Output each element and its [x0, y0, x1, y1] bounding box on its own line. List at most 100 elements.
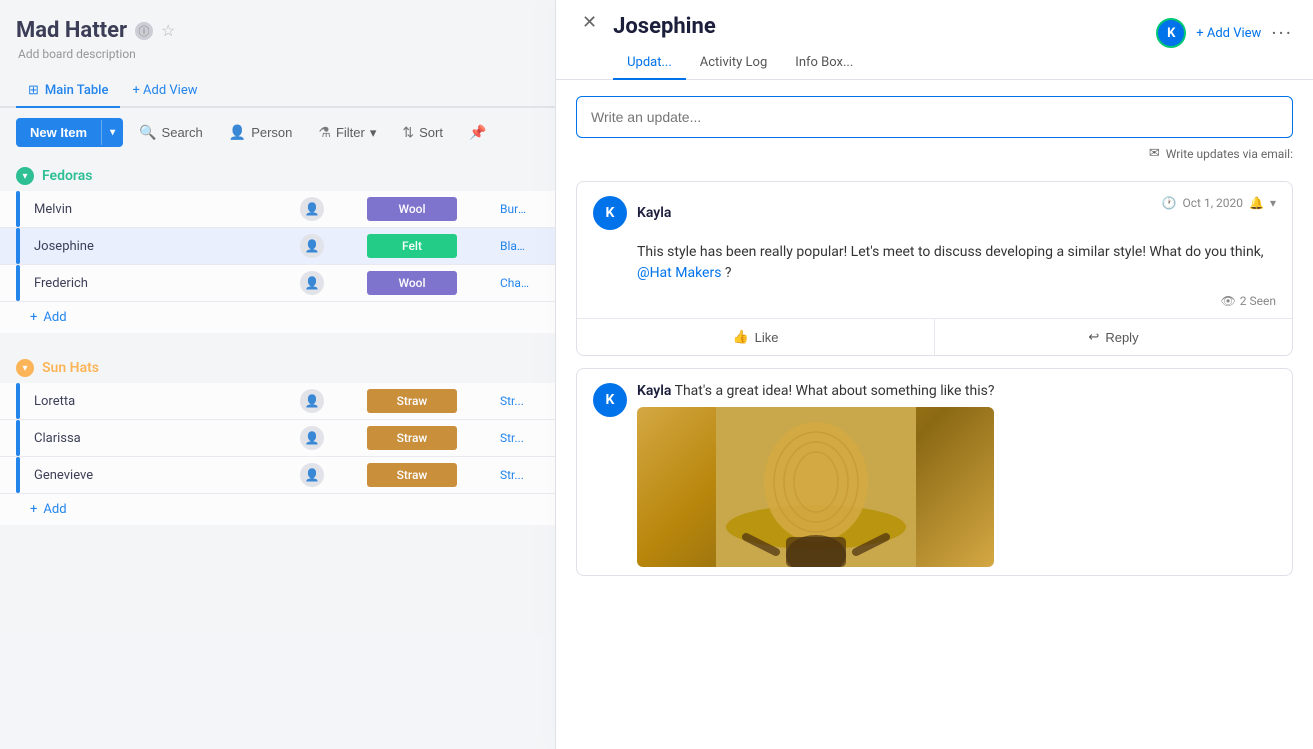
comment-seen: 👁 2 Seen: [577, 294, 1292, 318]
comment2-header: K Kayla That's a great idea! What about …: [577, 369, 1292, 575]
row-indicator: [16, 457, 20, 493]
tab-main-table[interactable]: ⊞ Main Table: [16, 75, 120, 108]
seen-count: 2 Seen: [1240, 294, 1276, 308]
material-badge: Straw: [367, 389, 457, 413]
right-panel: ✕ Josephine Updat... Activity Log Info B…: [555, 0, 1313, 749]
comment-actions: 👍 Like ↩ Reply: [577, 318, 1292, 355]
new-item-button[interactable]: New Item ▾: [16, 118, 123, 147]
row-indicator: [16, 228, 20, 264]
more-options-button[interactable]: ···: [1271, 21, 1293, 45]
new-item-arrow[interactable]: ▾: [101, 120, 123, 145]
person-button[interactable]: 👤 Person: [219, 118, 303, 147]
row-material: Straw: [332, 422, 492, 454]
comment2-text: Kayla That's a great idea! What about so…: [637, 383, 994, 399]
table-row[interactable]: Josephine 👤 Felt Black...: [0, 228, 555, 265]
panel-add-view[interactable]: + Add View: [1196, 26, 1261, 41]
comment-card: K Kayla 🕐 Oct 1, 2020 🔔 ▾ This style has…: [576, 181, 1293, 356]
comment-header: K Kayla 🕐 Oct 1, 2020 🔔 ▾: [577, 182, 1292, 238]
expand-icon[interactable]: ▾: [1270, 196, 1276, 210]
left-panel: Mad Hatter ⓘ ☆ Add board description ⊞ M…: [0, 0, 555, 749]
sort-icon: ⇅: [402, 124, 414, 141]
group-sun-hats-header: ▾ Sun Hats: [0, 349, 555, 383]
mention[interactable]: @Hat Makers: [637, 265, 721, 281]
reply-button[interactable]: ↩ Reply: [935, 319, 1292, 355]
group-fedoras-toggle[interactable]: ▾: [16, 167, 34, 185]
plus-icon: +: [30, 502, 37, 517]
comment-meta: 🕐 Oct 1, 2020 🔔 ▾: [1162, 196, 1276, 210]
panel-header: ✕ Josephine Updat... Activity Log Info B…: [556, 0, 1313, 80]
person-avatar: 👤: [300, 197, 324, 221]
comment2-avatar: K: [593, 383, 627, 417]
mail-icon: ✉: [1149, 146, 1160, 161]
group-sun-hats-title: Sun Hats: [42, 360, 99, 376]
row-color: Str...: [492, 427, 539, 449]
comment2-card: K Kayla That's a great idea! What about …: [576, 368, 1293, 576]
pin-icon: 📌: [469, 124, 486, 141]
comment-author-name: Kayla: [637, 205, 671, 221]
material-badge: Straw: [367, 426, 457, 450]
hat-image: [637, 407, 994, 567]
filter-button[interactable]: ⚗ Filter ▾: [308, 118, 386, 147]
table-content: ▾ Fedoras Melvin 👤 Wool Burgu... Josephi…: [0, 157, 555, 749]
star-icon[interactable]: ☆: [161, 21, 175, 40]
row-indicator: [16, 265, 20, 301]
filter-chevron: ▾: [370, 125, 377, 141]
add-row-fedoras[interactable]: + Add: [0, 302, 555, 333]
comment-date: Oct 1, 2020: [1183, 196, 1244, 210]
panel-title: Josephine: [613, 14, 1156, 39]
add-row-sun-hats[interactable]: + Add: [0, 494, 555, 525]
table-row[interactable]: Melvin 👤 Wool Burgu...: [0, 191, 555, 228]
board-header: Mad Hatter ⓘ ☆ Add board description: [0, 0, 555, 67]
hat-svg: [716, 407, 916, 567]
person-avatar: 👤: [300, 463, 324, 487]
group-sun-hats-toggle[interactable]: ▾: [16, 359, 34, 377]
row-color: Str...: [492, 390, 539, 412]
table-row[interactable]: Clarissa 👤 Straw Str...: [0, 420, 555, 457]
sort-button[interactable]: ⇅ Sort: [392, 118, 453, 147]
material-badge: Wool: [367, 271, 457, 295]
row-name: Loretta: [30, 386, 300, 417]
toolbar: New Item ▾ 🔍 Search 👤 Person ⚗ Filter ▾ …: [0, 108, 555, 157]
row-name: Genevieve: [30, 460, 300, 491]
panel-tabs: Updat... Activity Log Info Box...: [613, 47, 1156, 79]
comment2-author: Kayla: [637, 383, 671, 399]
plus-icon: +: [30, 310, 37, 325]
comment-body: This style has been really popular! Let'…: [577, 238, 1292, 294]
reply-icon: ↩: [1088, 329, 1099, 345]
group-sun-hats: ▾ Sun Hats Loretta 👤 Straw Str... Claris…: [0, 349, 555, 525]
close-button[interactable]: ✕: [576, 12, 603, 34]
update-input[interactable]: [576, 96, 1293, 138]
comment-author-area: K Kayla: [593, 196, 671, 230]
row-material: Felt: [332, 230, 492, 262]
tab-activity-log[interactable]: Activity Log: [686, 47, 782, 80]
row-material: Wool: [332, 193, 492, 225]
table-row[interactable]: Frederich 👤 Wool Charcoal...: [0, 265, 555, 302]
tab-updates[interactable]: Updat...: [613, 47, 686, 80]
email-update-hint: ✉ Write updates via email:: [576, 146, 1293, 161]
thumbs-up-icon: 👍: [732, 329, 748, 345]
row-indicator: [16, 383, 20, 419]
group-fedoras: ▾ Fedoras Melvin 👤 Wool Burgu... Josephi…: [0, 157, 555, 333]
material-badge: Wool: [367, 197, 457, 221]
search-icon: 🔍: [139, 124, 156, 141]
tab-info-box[interactable]: Info Box...: [781, 47, 867, 80]
like-button[interactable]: 👍 Like: [577, 319, 935, 355]
search-button[interactable]: 🔍 Search: [129, 118, 213, 147]
row-indicator: [16, 420, 20, 456]
row-color: Burgu...: [492, 198, 539, 220]
row-material: Straw: [332, 385, 492, 417]
panel-body: ✉ Write updates via email: K Kayla 🕐 Oct…: [556, 80, 1313, 749]
pin-button[interactable]: 📌: [459, 118, 496, 147]
table-row[interactable]: Genevieve 👤 Straw Str...: [0, 457, 555, 494]
person-avatar: 👤: [300, 389, 324, 413]
board-description[interactable]: Add board description: [18, 47, 539, 61]
add-view-button[interactable]: + Add View: [120, 75, 209, 106]
info-icon[interactable]: ⓘ: [135, 22, 153, 40]
person-avatar: 👤: [300, 426, 324, 450]
row-name: Clarissa: [30, 423, 300, 454]
row-indicator: [16, 191, 20, 227]
row-name: Josephine: [30, 231, 300, 262]
view-tabs: ⊞ Main Table + Add View: [0, 67, 555, 108]
user-avatar: K: [1156, 18, 1186, 48]
table-row[interactable]: Loretta 👤 Straw Str...: [0, 383, 555, 420]
